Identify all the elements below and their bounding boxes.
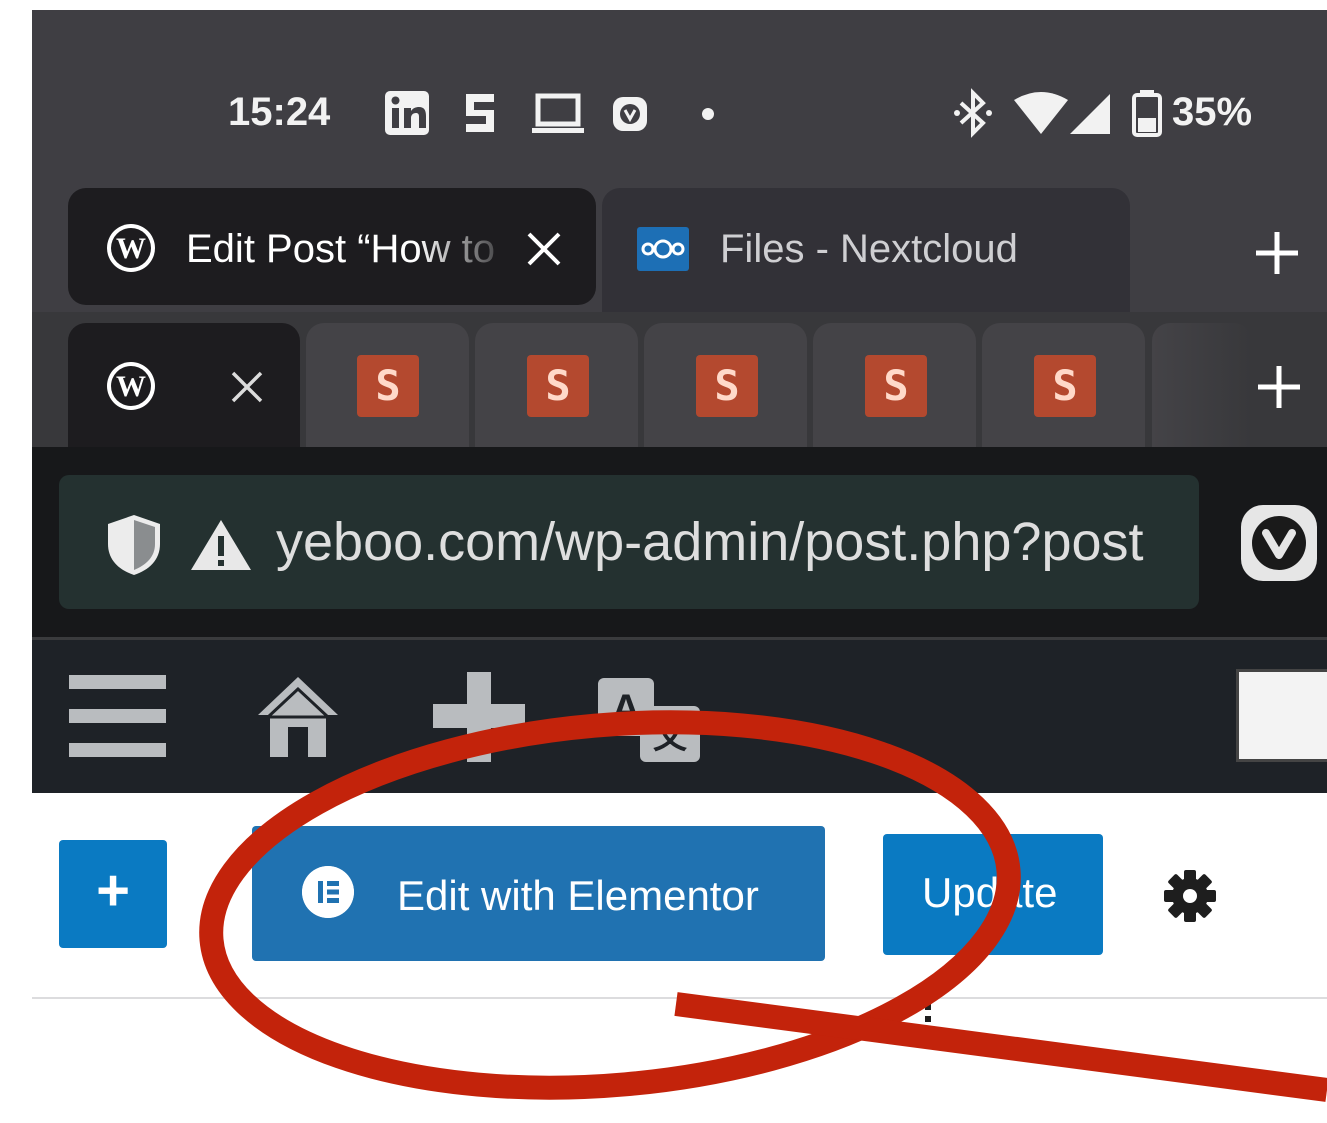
svg-text:A: A	[612, 687, 641, 731]
update-button-label: Update	[922, 869, 1058, 916]
warning-icon[interactable]	[187, 516, 255, 574]
new-tab-icon[interactable]	[1252, 228, 1302, 278]
svg-text:W: W	[116, 232, 146, 265]
close-icon[interactable]	[228, 368, 266, 406]
menu-icon[interactable]	[69, 675, 166, 757]
stack-tab-overflow[interactable]	[1152, 323, 1252, 447]
wifi-icon	[1014, 92, 1068, 134]
vivaldi-menu-icon[interactable]	[1239, 503, 1319, 583]
wordpress-icon: W	[107, 224, 155, 272]
svg-text:文: 文	[653, 717, 687, 757]
annotation-line	[674, 992, 1327, 1102]
tab-title: Files - Nextcloud	[720, 229, 1018, 269]
status-time: 15:24	[228, 90, 331, 134]
home-icon[interactable]	[256, 673, 340, 759]
more-options-icon[interactable]	[924, 990, 932, 1024]
shield-icon[interactable]	[105, 512, 163, 578]
elementor-icon	[302, 866, 354, 918]
elementor-button-label: Edit with Elementor	[397, 872, 759, 919]
battery-icon	[1132, 90, 1162, 137]
stack-s-icon: S	[357, 355, 419, 417]
stack-s-icon: S	[696, 355, 758, 417]
admin-bar-account[interactable]	[1236, 669, 1327, 762]
new-content-icon[interactable]	[433, 672, 525, 762]
stack-s-icon: S	[1034, 355, 1096, 417]
gear-icon[interactable]	[1162, 868, 1218, 924]
new-tab-icon[interactable]	[1254, 362, 1304, 412]
svg-text:W: W	[116, 370, 146, 403]
close-icon[interactable]	[523, 228, 565, 270]
battery-percent: 35%	[1172, 90, 1253, 134]
stack-s-icon	[466, 94, 494, 132]
dot-icon	[702, 108, 714, 120]
laptop-icon	[532, 93, 584, 133]
url-text[interactable]: yeboo.com/wp-admin/post.php?post	[276, 512, 1144, 572]
wordpress-icon: W	[107, 362, 155, 410]
add-block-button[interactable]: +	[59, 840, 167, 948]
stack-s-icon: S	[865, 355, 927, 417]
tab-title: Edit Post “How to	[186, 229, 496, 269]
translate-icon[interactable]: A 文	[596, 676, 702, 764]
signal-icon	[1070, 94, 1110, 134]
divider	[32, 997, 1327, 999]
nextcloud-icon	[637, 227, 689, 271]
bluetooth-icon	[954, 88, 992, 138]
vivaldi-icon	[613, 97, 647, 131]
stack-s-icon: S	[527, 355, 589, 417]
linkedin-icon	[385, 91, 429, 135]
